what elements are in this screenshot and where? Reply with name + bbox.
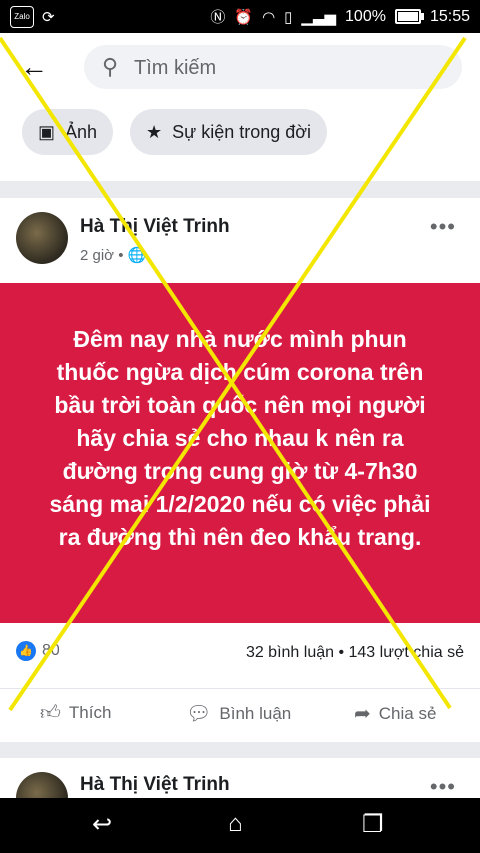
post-author[interactable]: Hà Thị Việt Trinh — [80, 216, 230, 238]
post-background: Đêm nay nhà nước mình phun thuốc ngừa dị… — [0, 283, 480, 623]
post-actions: 👍︎ Thích 💬︎ Bình luận ➦ Chia sẻ — [0, 688, 480, 739]
share-icon: ➦ — [354, 703, 371, 725]
post-card: Hà Thị Việt Trinh 2 giờ • 🌐 ••• Đêm nay … — [0, 198, 480, 742]
search-input[interactable]: ⚲ Tìm kiếm — [84, 45, 462, 89]
thumbs-up-icon: 👍︎ — [40, 702, 61, 724]
reaction-count: 80 — [42, 642, 60, 659]
photos-chip-label: Ảnh — [65, 121, 98, 142]
like-button[interactable]: 👍︎ Thích — [40, 701, 111, 725]
post-card-2: Hà Thị Việt Trinh ••• — [0, 758, 480, 798]
signal-icon: ▁▃▅ — [301, 8, 337, 26]
zalo-icon: Zalo — [10, 6, 34, 28]
more-options-icon[interactable]: ••• — [430, 774, 456, 798]
status-bar: Zalo ⟳ Ⓝ ⏰ ◠ ▯ ▁▃▅ 100% 15:55 — [0, 0, 480, 33]
photos-chip[interactable]: ▣ Ảnh — [22, 109, 114, 155]
share-button[interactable]: ➦ Chia sẻ — [354, 701, 436, 726]
post-author-2[interactable]: Hà Thị Việt Trinh — [80, 774, 230, 796]
photo-icon: ▣ — [38, 121, 56, 142]
search-placeholder: Tìm kiếm — [134, 57, 217, 79]
system-nav-bar: ↩ ⌂ ❐ — [0, 798, 480, 853]
comment-label: Bình luận — [219, 703, 292, 723]
clock: 15:55 — [429, 7, 470, 25]
profile-chips: ▣ Ảnh ★ Sự kiện trong đời — [0, 101, 480, 181]
comments-shares-count[interactable]: 32 bình luận • 143 lượt chia sẻ — [246, 644, 464, 662]
post-meta: 2 giờ • 🌐 — [80, 246, 146, 264]
avatar[interactable] — [16, 212, 68, 264]
post-time: 2 giờ — [80, 247, 115, 264]
life-events-chip[interactable]: ★ Sự kiện trong đời — [130, 109, 328, 155]
globe-icon: • 🌐 — [118, 247, 147, 264]
like-reaction-icon: 👍 — [16, 641, 36, 661]
wifi-icon: ◠ — [262, 8, 276, 26]
search-icon: ⚲ — [102, 54, 119, 79]
reactions-summary[interactable]: 👍 80 — [16, 641, 60, 661]
avatar[interactable] — [16, 772, 68, 798]
share-label: Chia sẻ — [378, 703, 437, 723]
battery-icon — [394, 9, 424, 24]
post-text: Đêm nay nhà nước mình phun thuốc ngừa dị… — [49, 326, 431, 550]
nfc-icon: Ⓝ — [210, 9, 226, 26]
recent-apps-icon[interactable]: ❐ — [362, 810, 384, 839]
life-events-chip-label: Sự kiện trong đời — [172, 121, 312, 142]
like-label: Thích — [68, 703, 112, 722]
more-options-icon[interactable]: ••• — [430, 214, 456, 240]
sync-icon: ⟳ — [42, 9, 55, 26]
comment-button[interactable]: 💬︎ Bình luận — [186, 701, 291, 726]
comment-icon: 💬︎ — [186, 703, 212, 725]
alarm-icon: ⏰ — [234, 8, 254, 26]
home-icon[interactable]: ⌂ — [228, 810, 243, 838]
star-icon: ★ — [146, 121, 163, 142]
back-arrow-icon[interactable]: ← — [20, 51, 48, 83]
sim-icon: ▯ — [284, 8, 293, 26]
back-nav-icon[interactable]: ↩ — [92, 810, 112, 839]
battery-percent: 100% — [345, 7, 386, 25]
app-bar: ← ⚲ Tìm kiếm — [0, 33, 480, 101]
